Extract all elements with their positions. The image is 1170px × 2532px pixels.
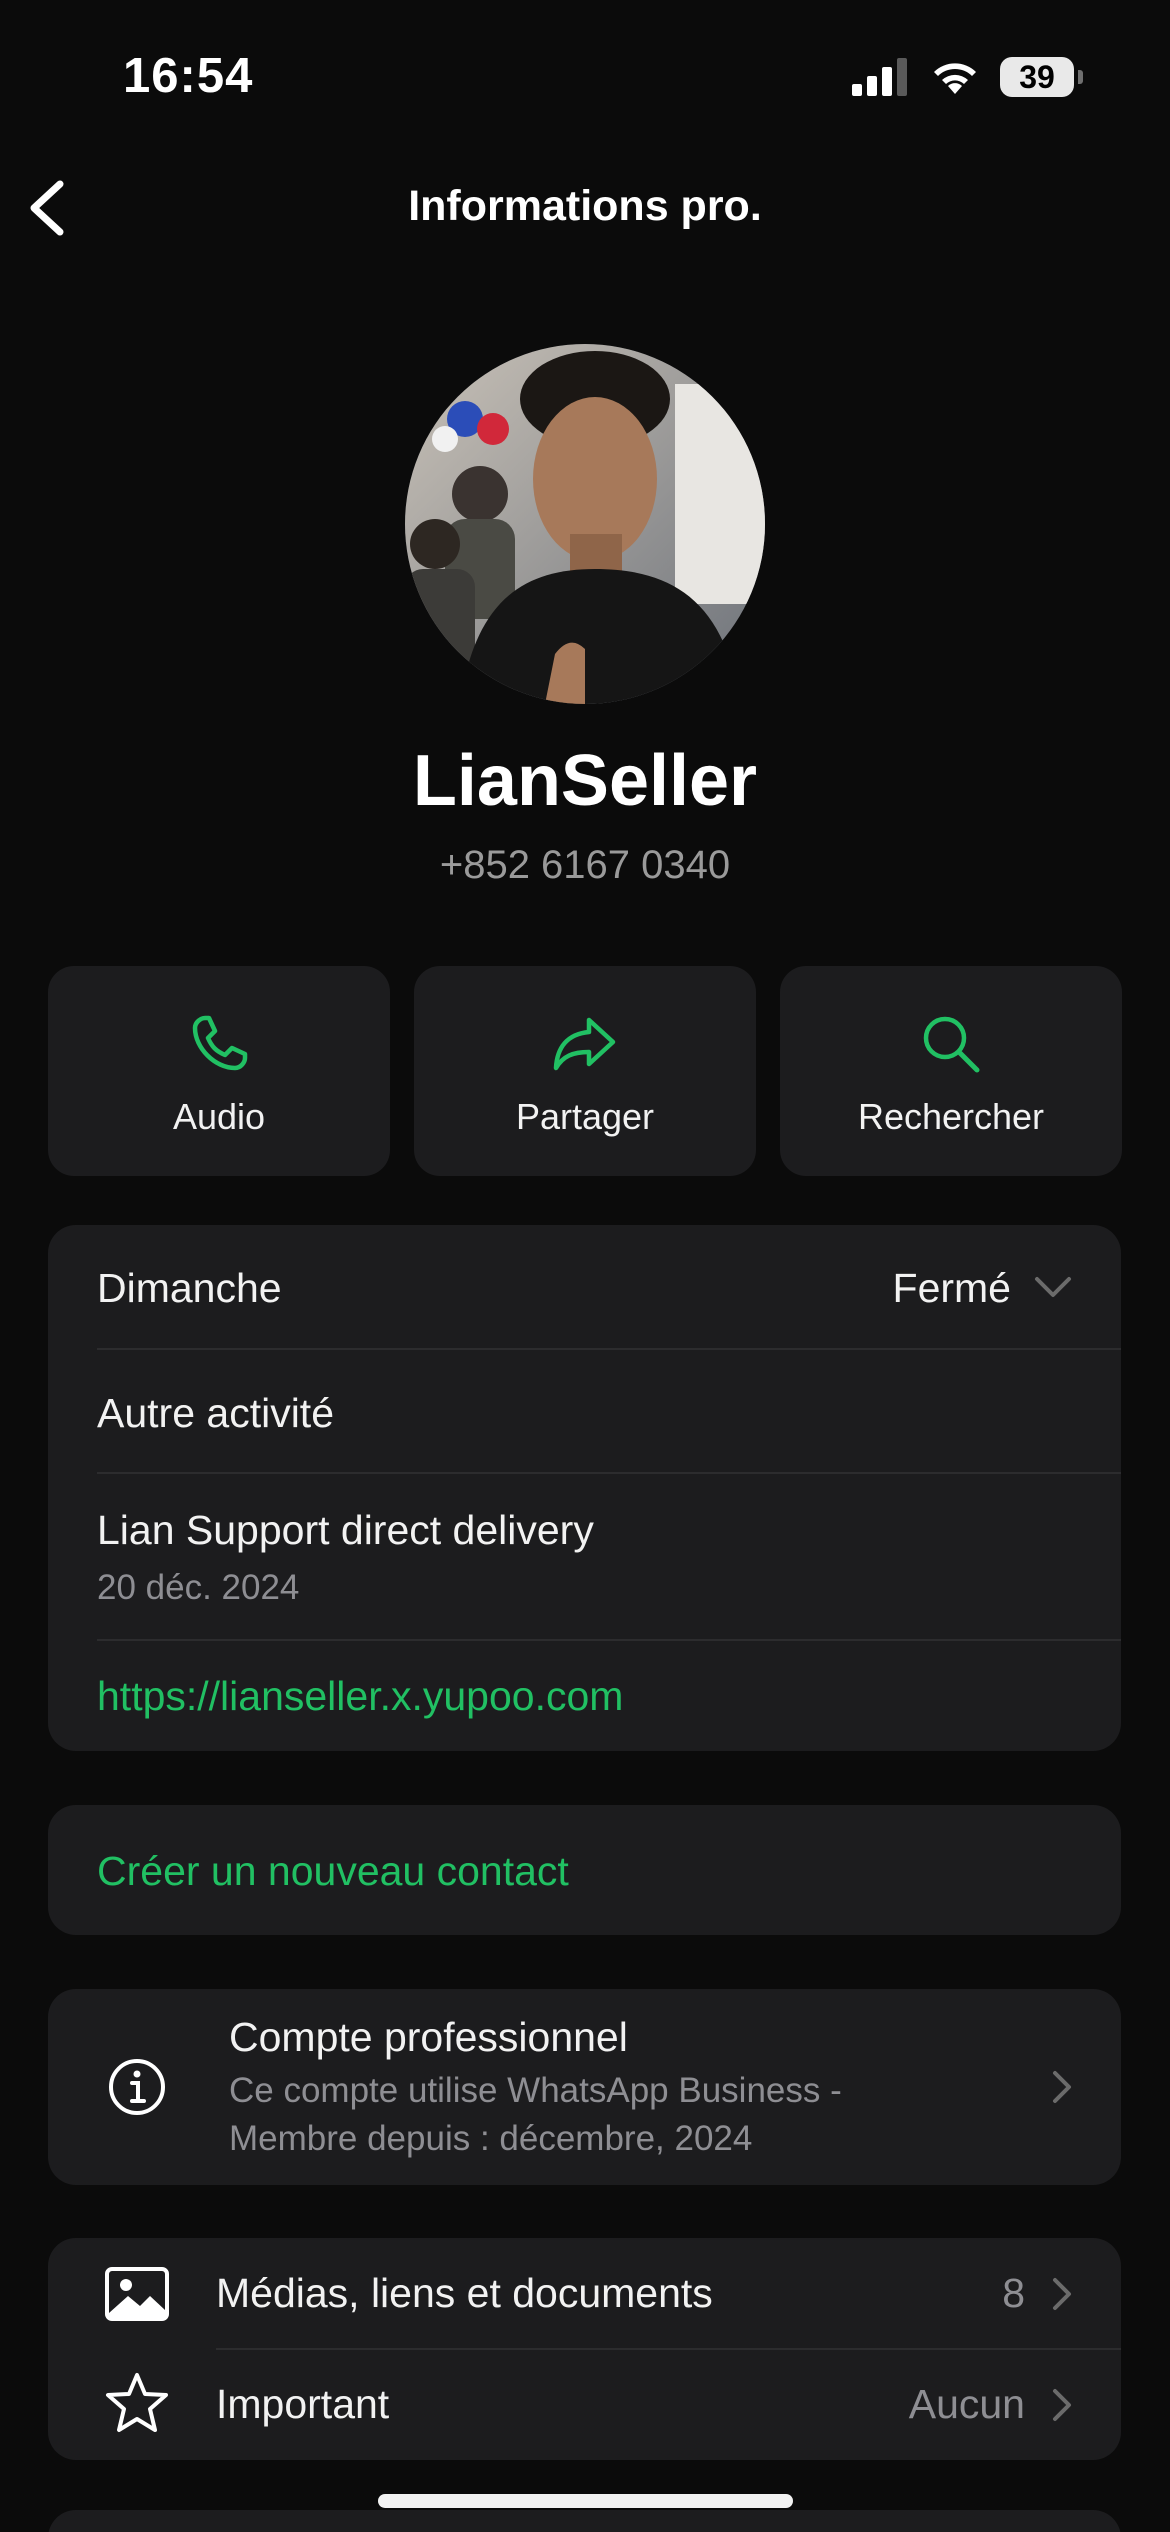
share-label: Partager bbox=[515, 1096, 655, 1137]
media-links-docs-row[interactable]: Médias, liens et documents 8 bbox=[48, 2238, 1121, 2349]
profile-phone: +852 6167 0340 bbox=[439, 843, 731, 887]
divider bbox=[97, 1348, 1121, 1350]
audio-label: Audio bbox=[172, 1096, 266, 1137]
divider bbox=[97, 1639, 1121, 1641]
business-account-line2: Membre depuis : décembre, 2024 bbox=[229, 2119, 753, 2158]
search-icon bbox=[923, 1016, 980, 1073]
starred-value: Aucun bbox=[908, 2381, 1025, 2427]
info-icon bbox=[109, 2059, 165, 2115]
home-indicator[interactable] bbox=[378, 2494, 793, 2508]
action-icon-wrap bbox=[48, 1012, 390, 1076]
create-contact-label: Créer un nouveau contact bbox=[97, 1848, 569, 1894]
chevron-right-icon bbox=[1053, 2278, 1071, 2310]
phone-icon bbox=[192, 1015, 248, 1071]
business-account-row[interactable]: Compte professionnel Ce compte utilise W… bbox=[48, 1989, 1121, 2185]
status-bar: 16:54 39 bbox=[0, 0, 1170, 150]
media-label: Médias, liens et documents bbox=[216, 2270, 713, 2316]
image-icon bbox=[105, 2267, 169, 2321]
battery-icon: 39 bbox=[1000, 57, 1083, 97]
starred-messages-row[interactable]: Important Aucun bbox=[48, 2349, 1121, 2460]
avatar[interactable] bbox=[405, 344, 765, 704]
create-contact-button[interactable]: Créer un nouveau contact bbox=[48, 1805, 1121, 1935]
profile-photo bbox=[405, 344, 765, 704]
description-date: 20 déc. 2024 bbox=[97, 1568, 300, 1607]
chevron-right-icon bbox=[1053, 2389, 1071, 2421]
status-icons: 39 bbox=[852, 52, 1083, 102]
audio-call-button[interactable]: Audio bbox=[48, 966, 390, 1176]
chevron-right-icon bbox=[1053, 2071, 1071, 2103]
contact-info-screen: 16:54 39 Informations pro. LianSeller +8… bbox=[0, 0, 1170, 2532]
search-label: Rechercher bbox=[857, 1096, 1045, 1137]
action-icon-wrap bbox=[414, 1012, 756, 1076]
next-card-peek bbox=[48, 2510, 1121, 2532]
star-icon bbox=[106, 2373, 168, 2432]
business-hours-row[interactable]: Dimanche Fermé bbox=[48, 1225, 1121, 1349]
profile-name: LianSeller bbox=[412, 741, 758, 821]
page-title: Informations pro. bbox=[408, 182, 762, 230]
starred-label: Important bbox=[216, 2381, 390, 2427]
media-count: 8 bbox=[1002, 2270, 1025, 2316]
business-description: Lian Support direct delivery bbox=[97, 1507, 594, 1553]
action-icon-wrap bbox=[780, 1012, 1122, 1076]
business-info-card: Dimanche Fermé Autre activité Lian Suppo… bbox=[48, 1225, 1121, 1751]
wifi-icon bbox=[934, 63, 976, 94]
battery-level: 39 bbox=[1019, 58, 1055, 95]
search-button[interactable]: Rechercher bbox=[780, 966, 1122, 1176]
status-time: 16:54 bbox=[123, 49, 254, 103]
media-starred-card: Médias, liens et documents 8 Important A… bbox=[48, 2238, 1121, 2460]
business-account-line1: Ce compte utilise WhatsApp Business - bbox=[229, 2071, 842, 2110]
share-arrow-icon bbox=[553, 1017, 616, 1071]
chevron-down-icon bbox=[1035, 1277, 1071, 1297]
business-account-title: Compte professionnel bbox=[229, 2014, 628, 2060]
hours-day: Dimanche bbox=[97, 1265, 282, 1311]
divider bbox=[97, 1472, 1121, 1474]
website-link[interactable]: https://lianseller.x.yupoo.com bbox=[97, 1673, 623, 1720]
hours-status: Fermé bbox=[892, 1265, 1011, 1311]
business-category: Autre activité bbox=[97, 1390, 334, 1436]
share-button[interactable]: Partager bbox=[414, 966, 756, 1176]
cellular-signal-icon bbox=[852, 58, 907, 96]
